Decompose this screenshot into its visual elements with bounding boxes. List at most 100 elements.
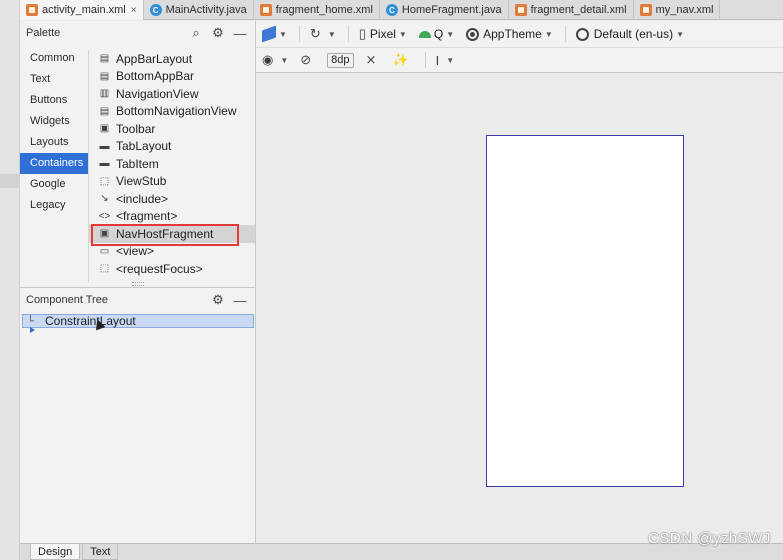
palette-item-label: BottomNavigationView [116,104,237,119]
theme-icon [466,27,480,41]
rotate-icon: ↻ [309,26,321,41]
palette-item-tablayout[interactable]: ▬ TabLayout [89,138,255,156]
tree-node-label: ConstraintLayout [45,314,136,328]
chevron-down-icon: ▼ [676,29,685,39]
watermark: CSDN @yzhSWJ [648,530,771,547]
infer-constraints-button[interactable]: ✨ [392,52,412,68]
palette-item-label: <fragment> [116,209,178,224]
constraint-toolbar: ◉ ▼ ⊘ 8dp ⨯ ✨ I ▼ [256,48,783,73]
minimize-icon[interactable]: — [231,293,249,308]
search-icon[interactable]: ⌕ [187,25,205,41]
clear-constraints-button[interactable]: ⨯ [366,52,381,68]
xml-file-icon [259,4,272,16]
palette-item-toolbar[interactable]: ▣ Toolbar [89,120,255,138]
theme-selector[interactable]: AppTheme ▼ [466,27,553,41]
gear-icon[interactable]: ⚙ [209,25,227,41]
close-icon[interactable]: × [131,5,137,16]
chevron-down-icon: ▼ [398,29,407,39]
palette-item-appbarlayout[interactable]: ▤ AppBarLayout [89,50,255,68]
editor-tab-bar: activity_main.xml × C MainActivity.java … [20,0,783,20]
palette-item-label: NavigationView [116,86,199,101]
autoconnect-toggle[interactable]: ⊘ [300,52,315,68]
tab-label: my_nav.xml [655,4,714,16]
tab-fragment-home-xml[interactable]: fragment_home.xml [254,0,380,20]
tab-my-nav-xml[interactable]: my_nav.xml [634,0,721,20]
category-legacy[interactable]: Legacy [20,195,88,216]
java-class-icon: C [149,4,162,16]
locale-label: Default (en-us) [593,27,674,41]
palette-item-tabitem[interactable]: ▬ TabItem [89,155,255,173]
palette-categories: Common Text Buttons Widgets Layouts Cont… [20,48,88,216]
tab-fragment-detail-xml[interactable]: fragment_detail.xml [509,0,634,20]
view-options-button[interactable]: ◉ ▼ [262,52,288,68]
minimize-icon[interactable]: — [231,26,249,41]
palette-header: Palette ⌕ ⚙ — [20,21,255,45]
palette-item-label: Toolbar [116,121,156,136]
guidelines-button[interactable]: I ▼ [436,53,455,68]
category-google[interactable]: Google [20,174,88,195]
palette-item-fragment[interactable]: <> <fragment> [89,208,255,226]
tab-text[interactable]: Text [82,544,119,560]
tab-activity-main-xml[interactable]: activity_main.xml × [20,0,144,20]
navigation-view-icon: ▥ [99,88,110,100]
category-text[interactable]: Text [20,69,88,90]
panel-splitter[interactable] [20,280,256,286]
tree-node-constraintlayout[interactable]: └ ConstraintLayout [22,314,254,328]
default-margins-button[interactable]: 8dp [327,52,354,68]
constraint-layout-icon: └ [27,315,35,327]
orientation-button[interactable]: ↻ ▼ [310,26,336,42]
divider [298,26,300,42]
device-selector[interactable]: ▯ Pixel ▼ [359,26,407,42]
api-label: Q [433,27,444,41]
palette-panel: Palette ⌕ ⚙ — Common Text Buttons Widget… [20,21,256,287]
category-common[interactable]: Common [20,48,88,69]
palette-item-label: NavHostFragment [116,226,214,241]
tab-label: fragment_home.xml [275,4,373,16]
design-surface-button[interactable]: ▼ [262,25,287,43]
palette-items: ▤ AppBarLayout ▤ BottomAppBar ▥ NavigationV… [88,50,255,282]
category-widgets[interactable]: Widgets [20,111,88,132]
magnet-off-icon: ⊘ [300,52,312,67]
theme-label: AppTheme [483,27,542,41]
tab-label: HomeFragment.java [401,4,502,16]
palette-item-navigationview[interactable]: ▥ NavigationView [89,85,255,103]
locale-selector[interactable]: Default (en-us) ▼ [575,27,685,41]
tab-mainactivity-java[interactable]: C MainActivity.java [144,0,254,20]
chevron-down-icon: ▼ [544,29,553,39]
gear-icon[interactable]: ⚙ [209,292,227,308]
palette-item-label: ViewStub [116,174,167,189]
java-class-icon: C [385,4,398,16]
category-containers[interactable]: Containers [20,153,88,174]
tab-design[interactable]: Design [30,544,81,560]
palette-item-label: <requestFocus> [116,261,203,276]
palette-item-view[interactable]: ▭ <view> [89,243,255,261]
chevron-down-icon: ▼ [446,55,455,65]
device-preview[interactable] [486,135,684,487]
palette-item-bottomappbar[interactable]: ▤ BottomAppBar [89,68,255,86]
palette-item-bottomnavigationview[interactable]: ▤ BottomNavigationView [89,103,255,121]
palette-item-viewstub[interactable]: ⬚ ViewStub [89,173,255,191]
category-layouts[interactable]: Layouts [20,132,88,153]
clear-constraints-icon: ⨯ [365,52,377,67]
tab-label: fragment_detail.xml [530,4,627,16]
palette-item-navhostfragment[interactable]: ▣ NavHostFragment [89,224,255,246]
android-icon [418,30,431,38]
chevron-down-icon: ▼ [279,29,287,39]
xml-file-icon [514,4,527,16]
palette-item-label: AppBarLayout [116,51,193,66]
guideline-icon: I [435,52,440,68]
eye-icon: ◉ [262,52,274,67]
divider [564,26,566,42]
tab-homefragment-java[interactable]: C HomeFragment.java [380,0,509,20]
bottom-navigation-icon: ▤ [99,105,110,117]
chevron-down-icon: ▼ [446,29,455,39]
palette-item-include[interactable]: ↘ <include> [89,190,255,208]
palette-item-label: TabLayout [116,139,172,154]
design-canvas[interactable] [256,73,783,543]
api-selector[interactable]: Q ▼ [418,27,455,41]
component-tree-panel: Component Tree ⚙ — └ ConstraintLayout [20,287,256,543]
palette-item-requestfocus[interactable]: ⬚ <requestFocus> [89,260,255,278]
category-buttons[interactable]: Buttons [20,90,88,111]
gutter-marker [0,174,20,188]
design-toolbar: ▼ ↻ ▼ ▯ Pixel ▼ Q ▼ AppTheme ▼ Default (en-us… [256,21,783,48]
